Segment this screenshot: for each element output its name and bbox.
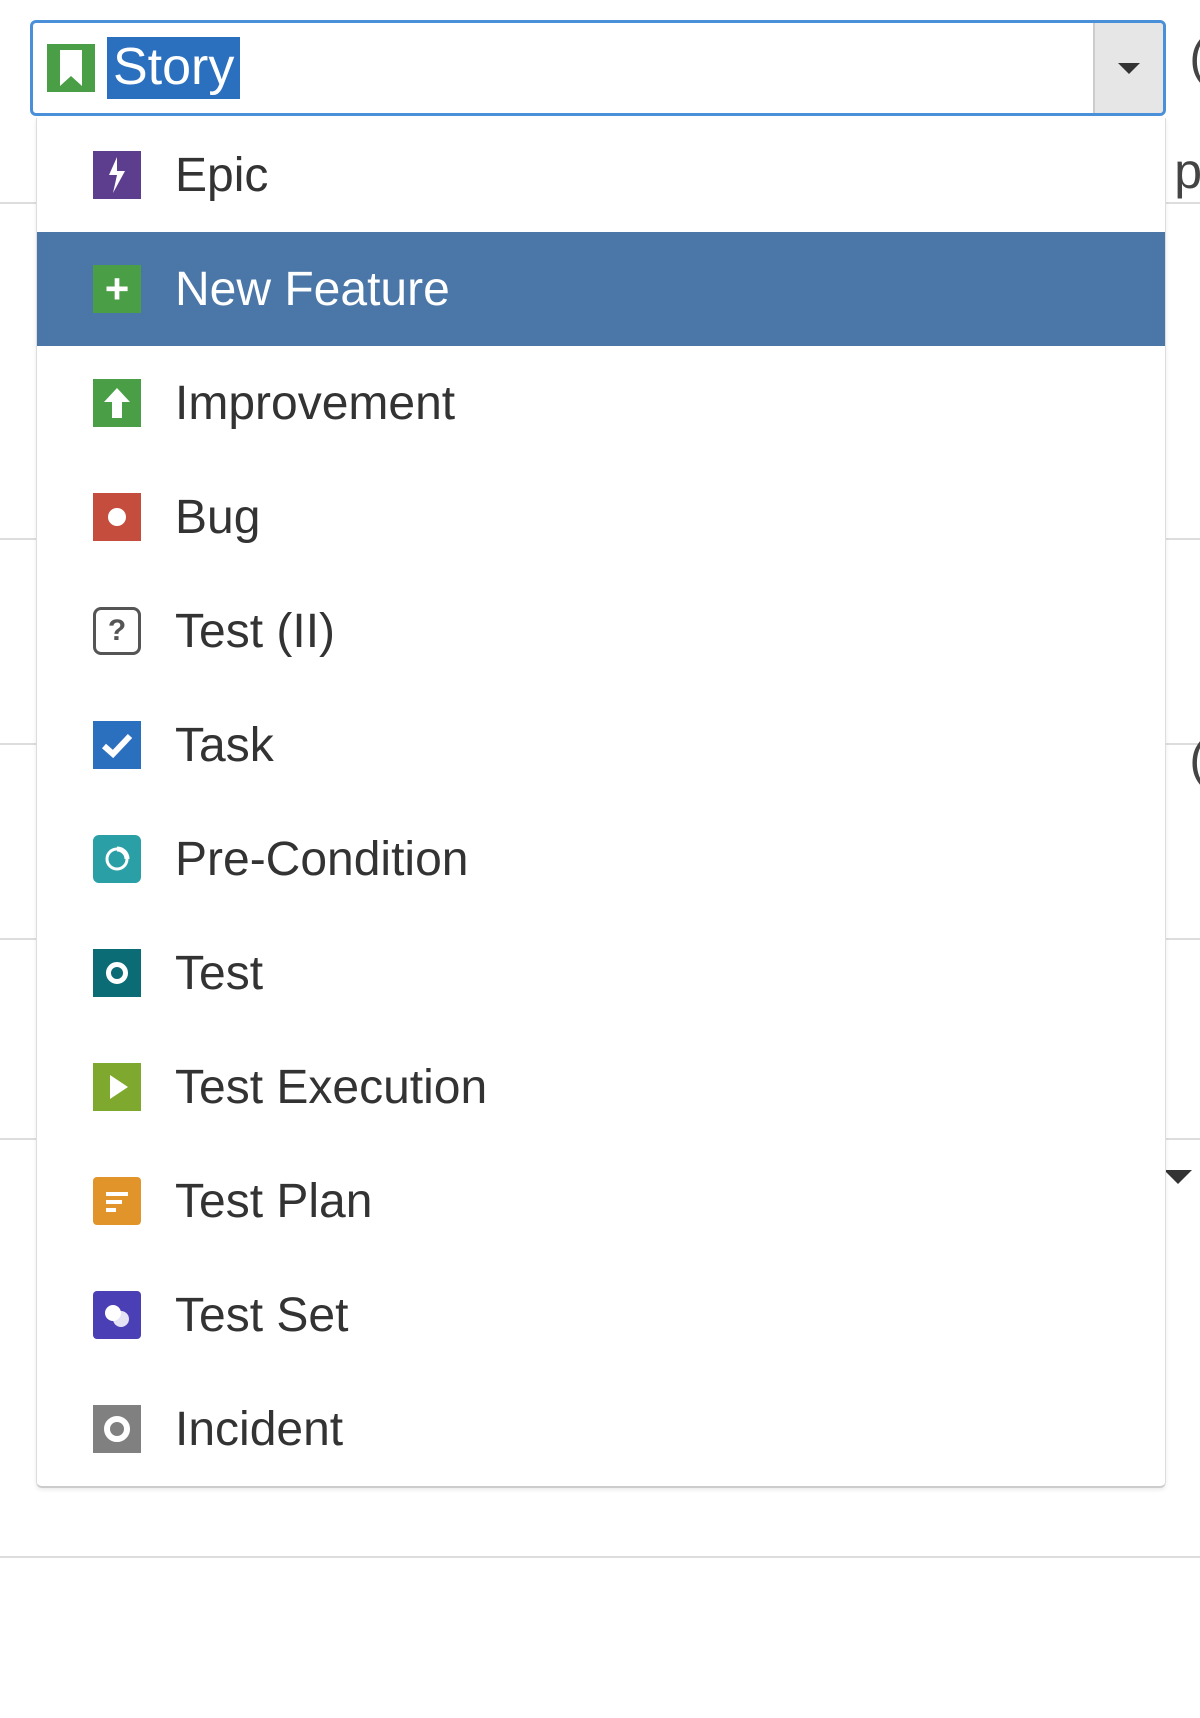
option-label: Pre-Condition xyxy=(175,832,468,887)
cropped-text: p xyxy=(1174,142,1200,200)
plan-icon xyxy=(93,1177,141,1225)
question-icon: ? xyxy=(93,607,141,655)
epic-icon xyxy=(93,151,141,199)
option-test-execution[interactable]: Test Execution xyxy=(37,1030,1165,1144)
option-test-plan[interactable]: Test Plan xyxy=(37,1144,1165,1258)
option-label: Incident xyxy=(175,1402,343,1457)
option-test-ii[interactable]: ? Test (II) xyxy=(37,574,1165,688)
cropped-text: ( xyxy=(1189,28,1200,86)
option-improvement[interactable]: Improvement xyxy=(37,346,1165,460)
play-icon xyxy=(93,1063,141,1111)
option-test[interactable]: Test xyxy=(37,916,1165,1030)
option-label: Test Execution xyxy=(175,1060,487,1115)
option-label: Test Set xyxy=(175,1288,348,1343)
issue-type-select-value[interactable]: Story xyxy=(33,23,1093,113)
option-bug[interactable]: Bug xyxy=(37,460,1165,574)
option-label: New Feature xyxy=(175,262,450,317)
issue-type-selected-label: Story xyxy=(107,37,240,98)
option-pre-condition[interactable]: Pre-Condition xyxy=(37,802,1165,916)
option-incident[interactable]: Incident xyxy=(37,1372,1165,1486)
option-label: Test Plan xyxy=(175,1174,372,1229)
issue-type-dropdown: Epic + New Feature Improvement Bug ? Tes… xyxy=(36,118,1166,1488)
story-icon xyxy=(47,44,95,92)
cropped-text: ( xyxy=(1189,730,1200,788)
check-icon xyxy=(93,721,141,769)
incident-icon xyxy=(93,1405,141,1453)
option-label: Test (II) xyxy=(175,604,335,659)
issue-type-select[interactable]: Story xyxy=(30,20,1166,116)
plus-icon: + xyxy=(93,265,141,313)
set-icon xyxy=(93,1291,141,1339)
option-label: Task xyxy=(175,718,274,773)
option-label: Improvement xyxy=(175,376,455,431)
chevron-down-icon[interactable] xyxy=(1164,1170,1192,1184)
option-label: Bug xyxy=(175,490,260,545)
option-label: Epic xyxy=(175,148,268,203)
issue-type-select-trigger[interactable] xyxy=(1093,23,1163,113)
option-label: Test xyxy=(175,946,263,1001)
precondition-icon xyxy=(93,835,141,883)
ring-icon xyxy=(93,949,141,997)
option-test-set[interactable]: Test Set xyxy=(37,1258,1165,1372)
option-epic[interactable]: Epic xyxy=(37,118,1165,232)
divider xyxy=(0,1556,1200,1558)
arrow-up-icon xyxy=(93,379,141,427)
bug-icon xyxy=(93,493,141,541)
option-new-feature[interactable]: + New Feature xyxy=(37,232,1165,346)
chevron-down-icon xyxy=(1118,63,1140,74)
option-task[interactable]: Task xyxy=(37,688,1165,802)
